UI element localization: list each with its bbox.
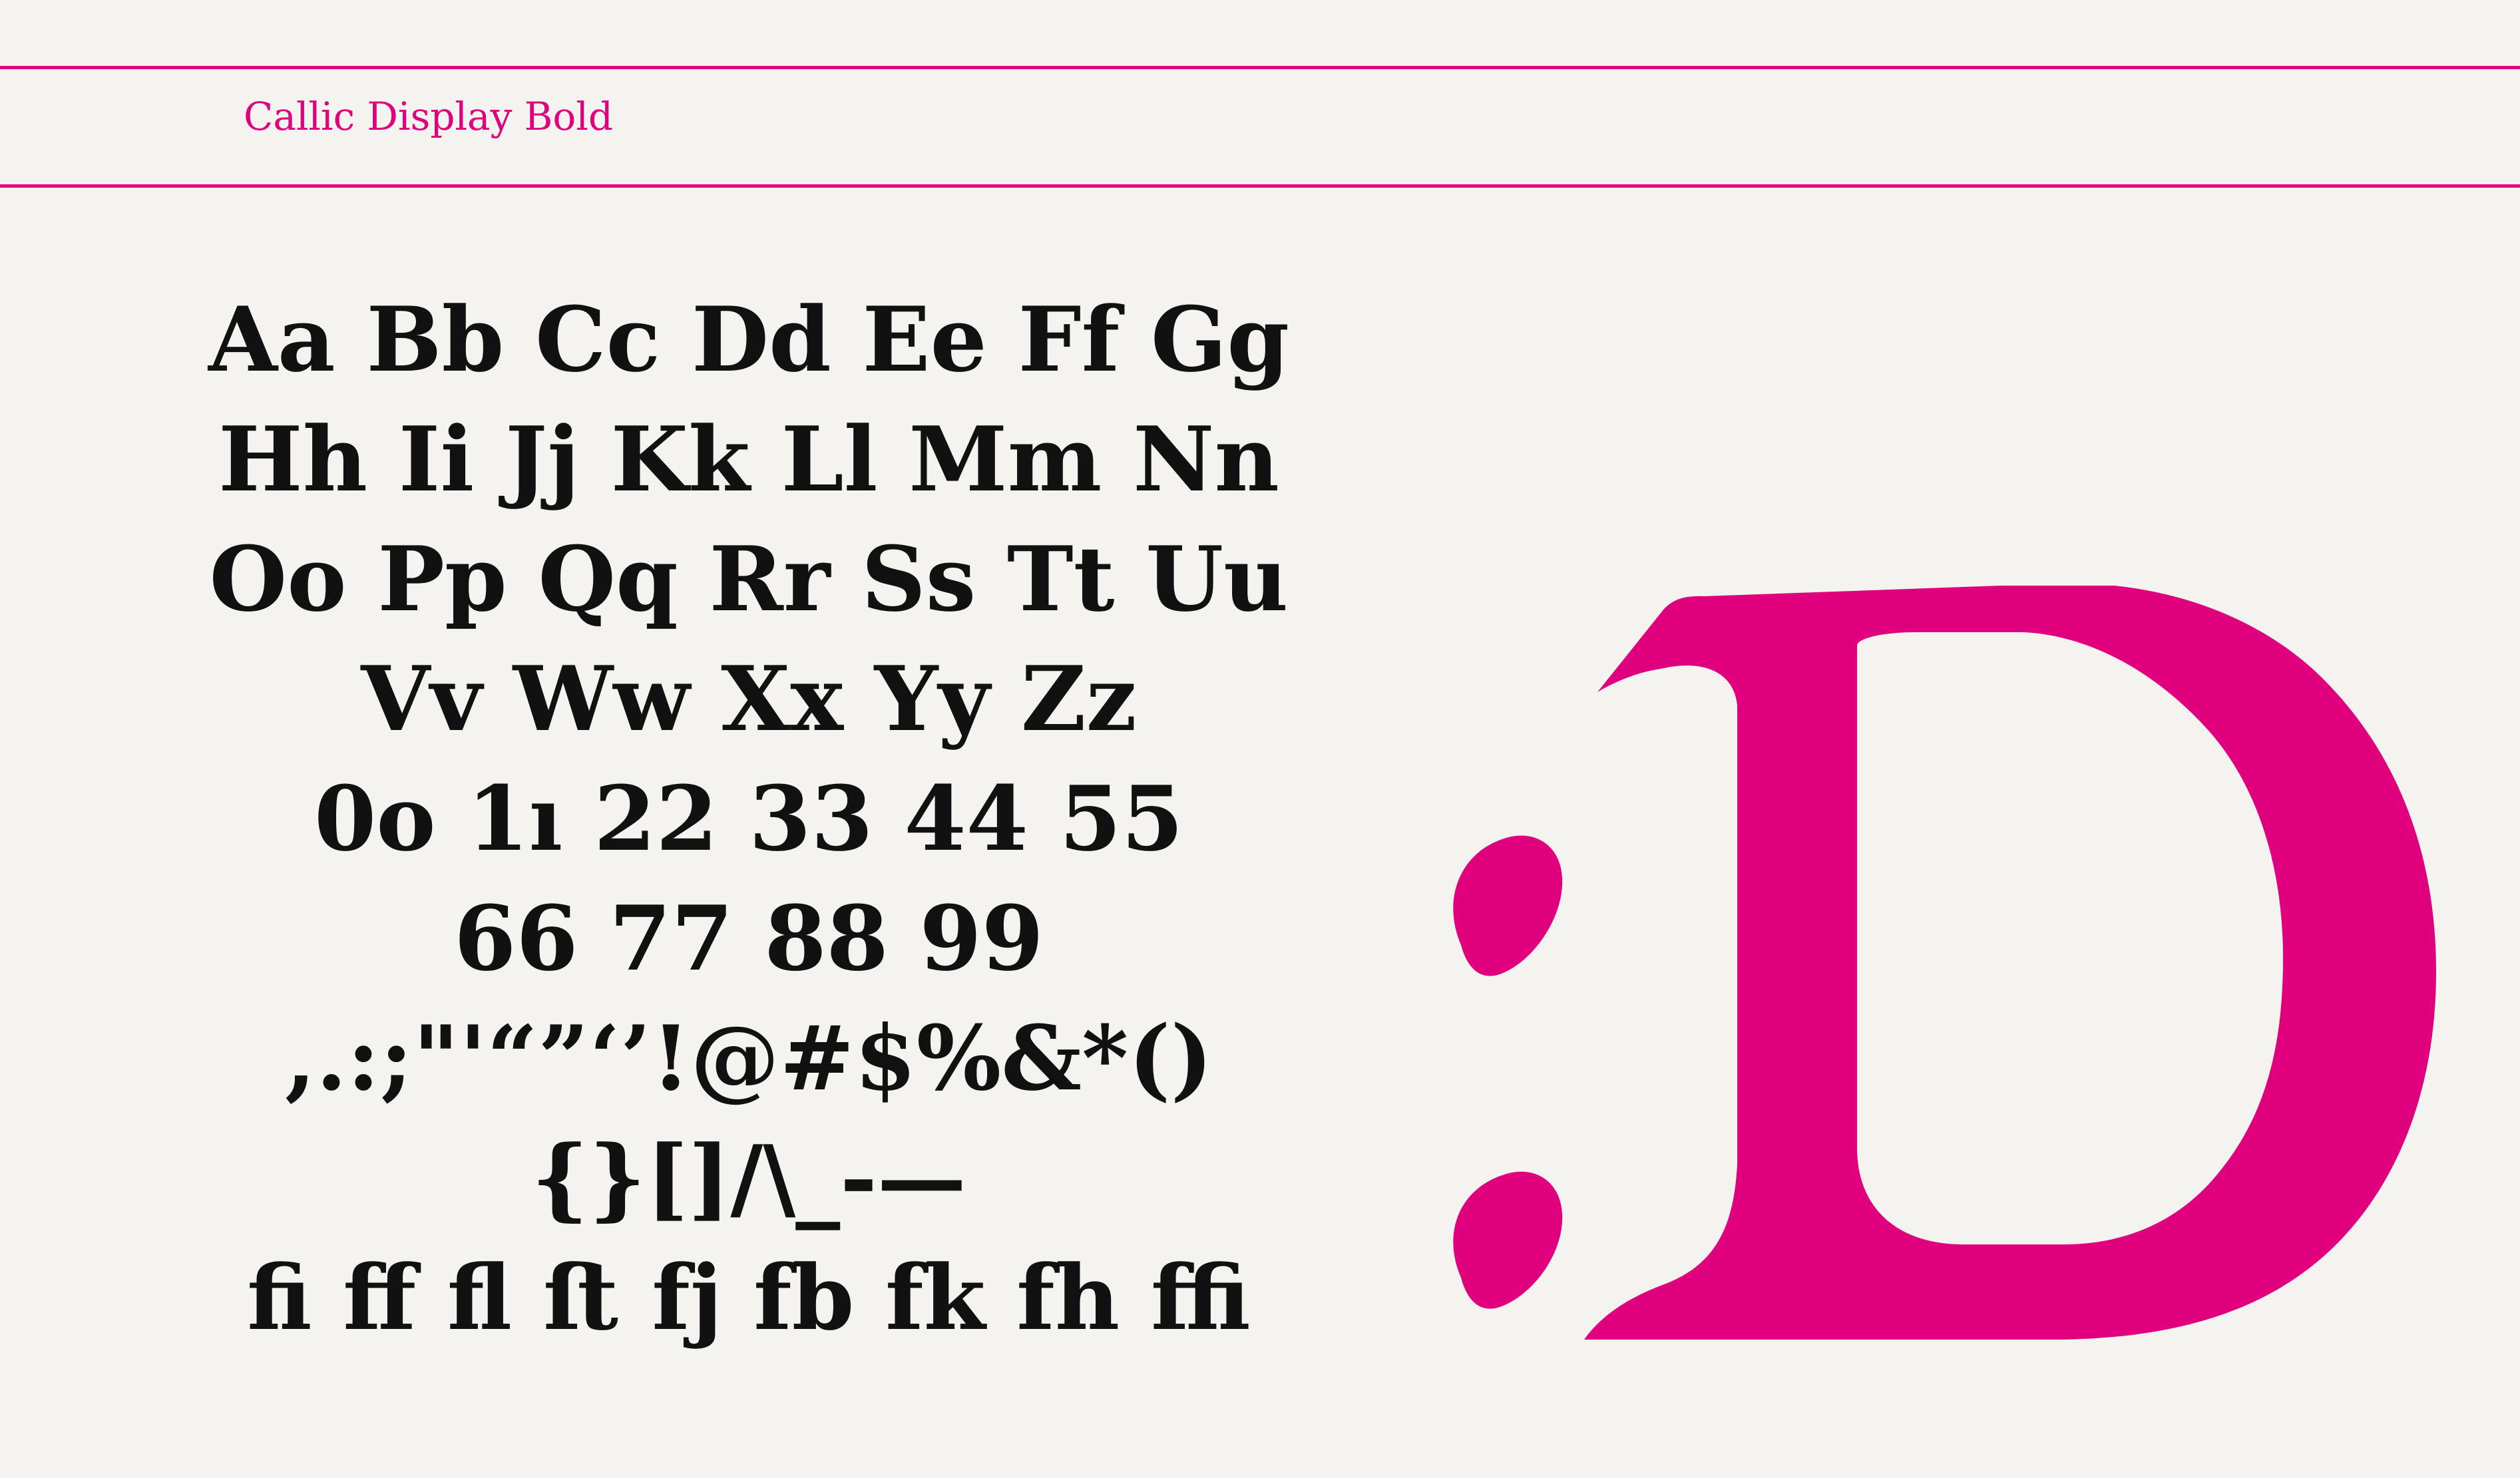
specimen-line-numerals-0-5: 0o 1ı 22 33 44 55 <box>314 766 1183 871</box>
header-top-rule <box>0 66 2520 69</box>
font-name-title: Callic Display Bold <box>244 94 614 139</box>
d-glyph <box>1584 586 2436 1340</box>
specimen-line-alphabet-v-z: Vv Ww Xx Yy Zz <box>361 646 1137 751</box>
specimen-line-ligatures: ﬁ ﬀ ﬂ ﬅ fj fb fk fh ﬃ <box>247 1245 1251 1350</box>
colon-upper-dot <box>1453 835 1563 976</box>
glyph-specimen-block: Aa Bb Cc Dd Ee Ff Gg Hh Ii Jj Kk Ll Mm N… <box>200 279 1298 1358</box>
specimen-line-brackets-dashes: {}[]/\_-— <box>531 1125 966 1230</box>
font-specimen-page: Callic Display Bold Aa Bb Cc Dd Ee Ff Gg… <box>0 0 2520 1478</box>
colon-lower-dot <box>1453 1171 1563 1309</box>
colon-d-glyph-illustration <box>1453 586 2436 1340</box>
specimen-line-alphabet-a-g: Aa Bb Cc Dd Ee Ff Gg <box>208 287 1290 392</box>
header-bottom-rule <box>0 184 2520 188</box>
specimen-line-punctuation: ,.:;"'“”‘’!@#$%&*() <box>284 1006 1213 1111</box>
specimen-line-alphabet-o-u: Oo Pp Qq Rr Ss Tt Uu <box>209 526 1289 632</box>
specimen-line-numerals-6-9: 66 77 88 99 <box>454 886 1044 991</box>
specimen-line-alphabet-h-n: Hh Ii Jj Kk Ll Mm Nn <box>218 407 1279 512</box>
